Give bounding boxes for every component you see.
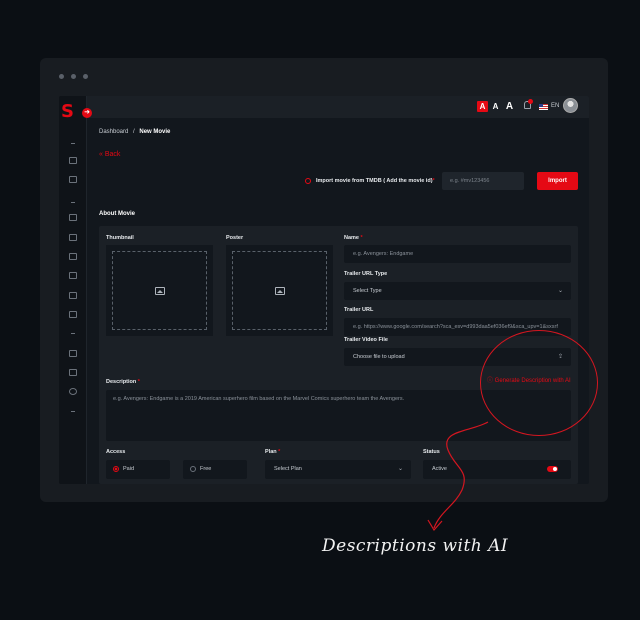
callout-arrow: [427, 421, 489, 532]
caption: Descriptions with AI: [322, 536, 509, 556]
sidebar-toggle-icon[interactable]: ➜: [82, 108, 92, 118]
